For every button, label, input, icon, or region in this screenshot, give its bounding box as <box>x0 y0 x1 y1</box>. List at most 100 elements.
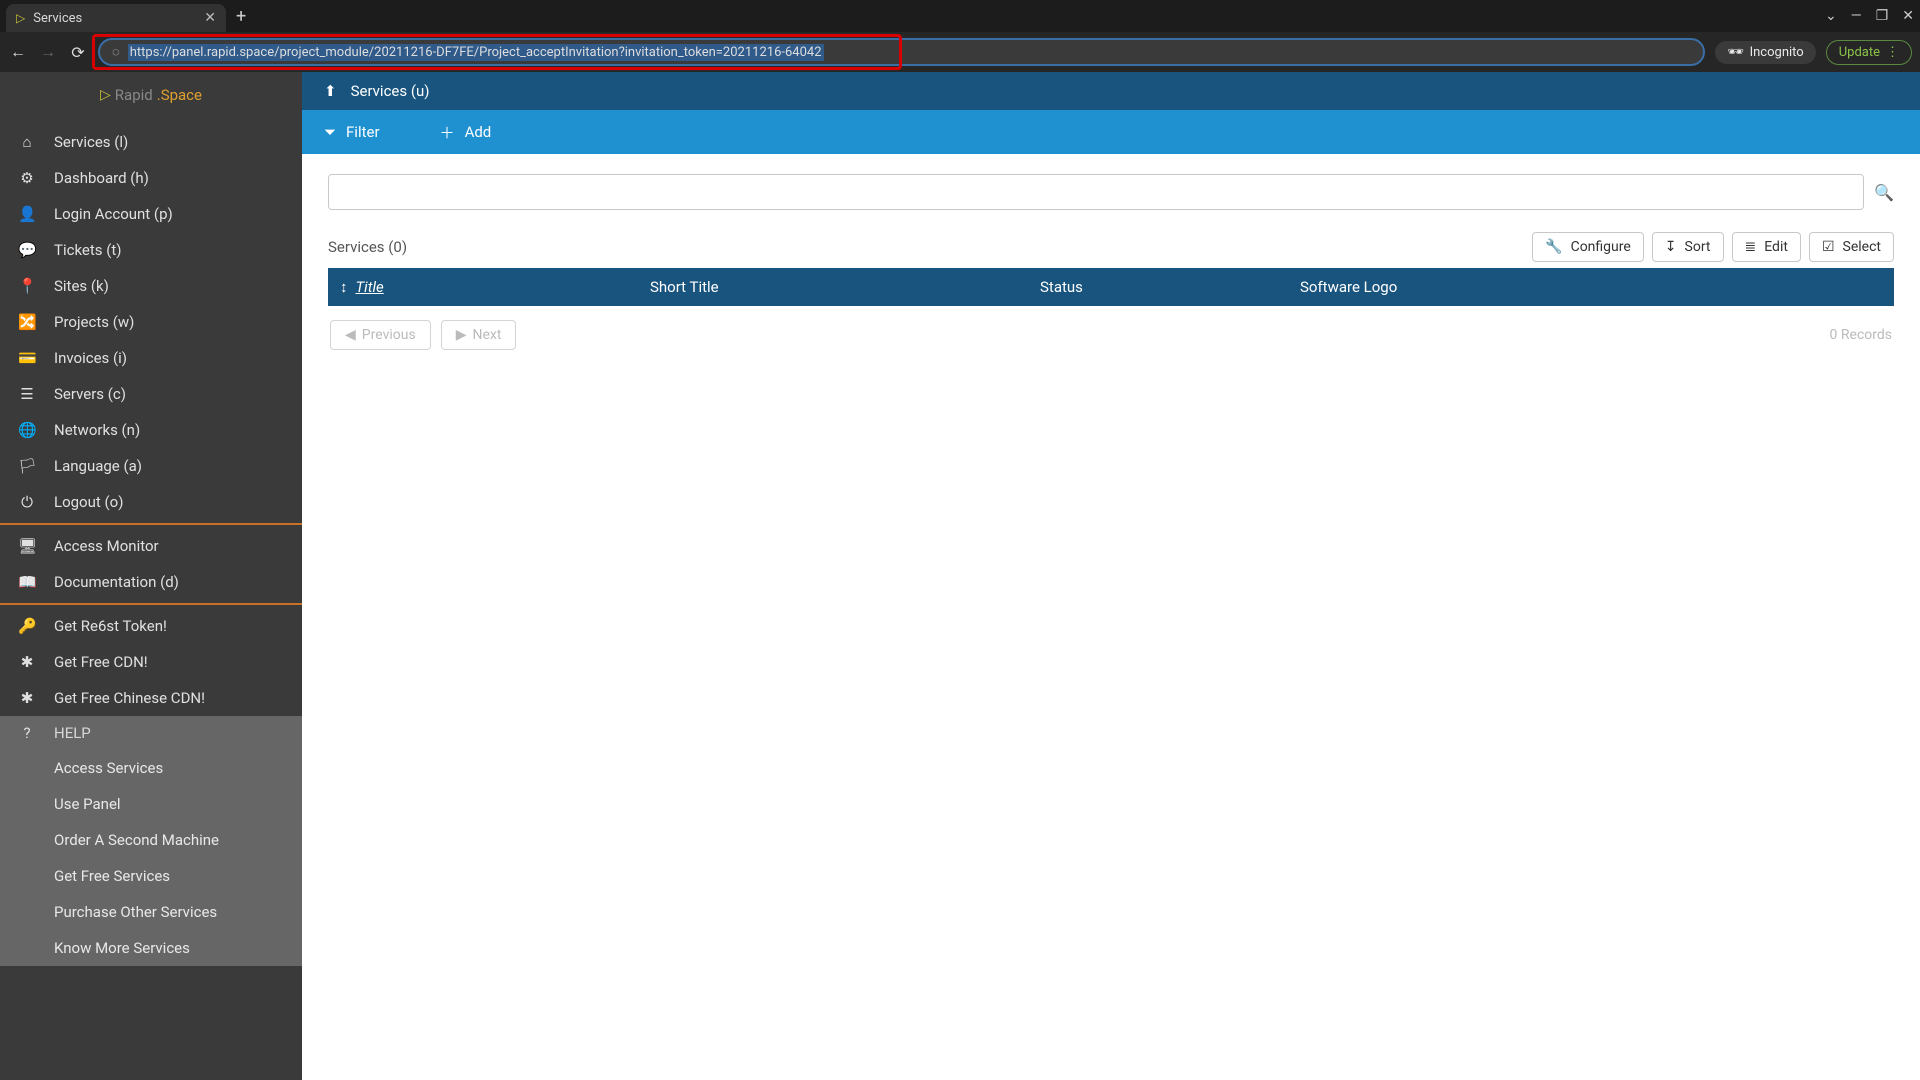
sidebar-item-label: Use Panel <box>54 795 121 813</box>
table-header-row: ↕ Title Short Title Status Software Logo <box>328 268 1894 306</box>
sidebar-item-label: Access Monitor <box>54 537 159 555</box>
close-window-icon[interactable]: ✕ <box>1902 8 1914 24</box>
sidebar-item-label: Dashboard (h) <box>54 169 149 187</box>
listing-toolbuttons: 🔧Configure ↧Sort ≣Edit ☑Select <box>1532 232 1894 262</box>
power-icon: ⏻ <box>18 493 36 511</box>
forward-button[interactable]: → <box>38 42 58 62</box>
sidebar-help-section: ? HELP Access Services Use Panel Order A… <box>0 716 302 966</box>
sort-asc-icon: ↕ <box>340 278 348 296</box>
sort-icon: ↧ <box>1665 239 1677 255</box>
sidebar-item-services[interactable]: ⌂Services (l) <box>0 124 302 160</box>
sidebar-item-access-monitor[interactable]: 🖥Access Monitor <box>0 528 302 564</box>
main-area: 🔍 Services (0) 🔧Configure ↧Sort ≣Edit ☑S… <box>302 154 1920 1080</box>
sidebar-item-free-cdn[interactable]: ✱Get Free CDN! <box>0 644 302 680</box>
sidebar-item-free-chinese-cdn[interactable]: ✱Get Free Chinese CDN! <box>0 680 302 716</box>
search-row: 🔍 <box>328 174 1894 210</box>
configure-button[interactable]: 🔧Configure <box>1532 232 1644 262</box>
address-bar[interactable]: ◌ https://panel.rapid.space/project_modu… <box>98 38 1705 66</box>
sidebar-item-label: Language (a) <box>54 457 142 475</box>
upload-icon[interactable]: ⬆ <box>324 82 337 100</box>
minimize-icon[interactable]: — <box>1851 8 1862 24</box>
sidebar-help-use-panel[interactable]: Use Panel <box>0 786 302 822</box>
incognito-badge[interactable]: 🕶 Incognito <box>1715 41 1816 64</box>
reload-button[interactable]: ⟳ <box>68 43 88 62</box>
address-text[interactable]: https://panel.rapid.space/project_module… <box>128 44 824 61</box>
logo-text-rapid: Rapid <box>115 86 153 104</box>
sidebar-item-label: Get Re6st Token! <box>54 617 167 635</box>
column-header-title[interactable]: ↕ Title <box>340 278 650 296</box>
select-button[interactable]: ☑Select <box>1809 232 1894 262</box>
tab-close-icon[interactable]: ✕ <box>204 10 216 26</box>
sidebar-item-login-account[interactable]: 👤 Login Account (p) <box>0 196 302 232</box>
search-icon[interactable]: 🔍 <box>1874 183 1894 202</box>
caret-left-icon: ◀ <box>345 327 356 343</box>
sidebar-item-label: Servers (c) <box>54 385 126 403</box>
sort-button[interactable]: ↧Sort <box>1652 232 1724 262</box>
column-header-title-label: Title <box>356 278 384 296</box>
filter-icon: ⏷ <box>324 123 336 141</box>
logo-text-space: .Space <box>157 86 202 104</box>
sidebar-item-projects[interactable]: 🔀Projects (w) <box>0 304 302 340</box>
sidebar-item-label: Get Free Chinese CDN! <box>54 689 205 707</box>
wrench-icon: 🔧 <box>1545 239 1562 255</box>
sidebar-item-dashboard[interactable]: ⚙Dashboard (h) <box>0 160 302 196</box>
sidebar-help-order-second-machine[interactable]: Order A Second Machine <box>0 822 302 858</box>
add-label: Add <box>465 123 492 141</box>
breadcrumb-label[interactable]: Services (u) <box>351 82 430 100</box>
filter-button[interactable]: ⏷ Filter <box>324 123 380 141</box>
column-header-short-title[interactable]: Short Title <box>650 278 1040 296</box>
sidebar-item-label: Logout (o) <box>54 493 123 511</box>
sidebar-item-label: Get Free CDN! <box>54 653 148 671</box>
pager-row: ◀Previous ▶Next 0 Records <box>328 306 1894 364</box>
maximize-icon[interactable]: ❐ <box>1876 8 1889 24</box>
sidebar-item-sites[interactable]: 📍Sites (k) <box>0 268 302 304</box>
sidebar-help-access-services[interactable]: Access Services <box>0 750 302 786</box>
kebab-icon: ⋮ <box>1886 45 1899 60</box>
next-button[interactable]: ▶Next <box>441 320 517 350</box>
sidebar-help-free-services[interactable]: Get Free Services <box>0 858 302 894</box>
key-icon: 🔑 <box>18 617 36 635</box>
incognito-label: Incognito <box>1750 45 1804 60</box>
sidebar-item-documentation[interactable]: 📖 Documentation (d) <box>0 564 302 600</box>
new-tab-button[interactable]: + <box>236 6 246 27</box>
chevron-down-icon[interactable]: ⌄ <box>1825 8 1837 24</box>
column-header-status[interactable]: Status <box>1040 278 1300 296</box>
book-icon: 📖 <box>18 573 36 591</box>
sidebar-help-know-more[interactable]: Know More Services <box>0 930 302 966</box>
sidebar-item-language[interactable]: 🏳 Language (a) <box>0 448 302 484</box>
language-icon: 🏳 <box>18 457 36 475</box>
sidebar-item-servers[interactable]: ☰Servers (c) <box>0 376 302 412</box>
browser-tab[interactable]: ▷ Services ✕ <box>6 4 226 32</box>
user-icon: 👤 <box>18 205 36 223</box>
sidebar-item-label: Access Services <box>54 759 163 777</box>
sidebar-help-purchase-other[interactable]: Purchase Other Services <box>0 894 302 930</box>
sidebar-item-label: Purchase Other Services <box>54 903 217 921</box>
update-label: Update <box>1839 45 1880 60</box>
sidebar-item-label: Tickets (t) <box>54 241 122 259</box>
sidebar-item-tickets[interactable]: 💬Tickets (t) <box>0 232 302 268</box>
pin-icon: 📍 <box>18 277 36 295</box>
previous-button[interactable]: ◀Previous <box>330 320 431 350</box>
home-icon: ⌂ <box>18 133 36 151</box>
column-header-software-logo[interactable]: Software Logo <box>1300 278 1882 296</box>
add-button[interactable]: ＋ Add <box>440 122 492 143</box>
site-info-icon[interactable]: ◌ <box>112 44 120 60</box>
update-button[interactable]: Update ⋮ <box>1826 40 1912 65</box>
sidebar-item-networks[interactable]: 🌐Networks (n) <box>0 412 302 448</box>
logo[interactable]: ▷ Rapid.Space <box>0 72 302 124</box>
edit-button[interactable]: ≣Edit <box>1732 232 1801 262</box>
filter-label: Filter <box>346 123 380 141</box>
window-controls: ⌄ — ❐ ✕ <box>1825 8 1914 24</box>
list-icon: ≣ <box>1745 239 1757 255</box>
select-label: Select <box>1843 239 1881 255</box>
back-button[interactable]: ← <box>8 42 28 62</box>
logo-triangle-icon: ▷ <box>100 87 111 103</box>
search-input[interactable] <box>328 174 1864 210</box>
sidebar-item-label: Know More Services <box>54 939 190 957</box>
sidebar-item-label: Login Account (p) <box>54 205 173 223</box>
sidebar-item-re6st-token[interactable]: 🔑 Get Re6st Token! <box>0 608 302 644</box>
sidebar-item-invoices[interactable]: 💳Invoices (i) <box>0 340 302 376</box>
sidebar-item-logout[interactable]: ⏻ Logout (o) <box>0 484 302 520</box>
sidebar-item-label: Projects (w) <box>54 313 134 331</box>
sidebar-item-label: Documentation (d) <box>54 573 179 591</box>
